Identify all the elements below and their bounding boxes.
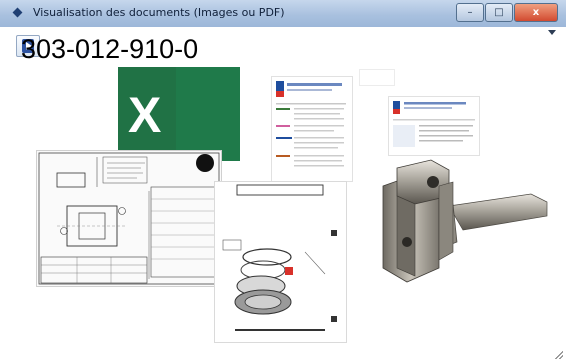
pdf-page-2 xyxy=(393,101,475,147)
thumbnail-blank[interactable] xyxy=(359,69,395,86)
thumbnail-exploded-view[interactable] xyxy=(214,181,347,343)
app-icon[interactable] xyxy=(12,7,23,18)
shaft-photo xyxy=(382,159,548,283)
excel-sheet-panel xyxy=(176,67,240,161)
document-number: 303-012-910-0 xyxy=(21,34,199,64)
close-button[interactable]: x xyxy=(514,3,558,22)
excel-icon: X xyxy=(128,87,162,143)
window-controls: – □ x xyxy=(455,3,558,22)
thumbnail-shaft-photo[interactable] xyxy=(353,156,555,299)
title-bar[interactable]: Visualisation des documents (Images ou P… xyxy=(0,0,566,28)
minimize-button[interactable]: – xyxy=(456,3,484,22)
dropdown-arrow-icon[interactable] xyxy=(548,30,556,35)
resize-grip-icon[interactable] xyxy=(553,349,563,359)
viewer-window: Visualisation des documents (Images ou P… xyxy=(0,0,566,362)
exploded-view-image xyxy=(222,184,337,331)
thumbnail-excel[interactable]: X xyxy=(118,67,240,161)
thumbnail-pdf-2[interactable] xyxy=(388,96,480,156)
thumbnail-technical-drawing[interactable] xyxy=(36,150,222,287)
pdf-page-1 xyxy=(276,81,346,167)
window-title: Visualisation des documents (Images ou P… xyxy=(33,6,285,19)
excel-icon-panel: X xyxy=(118,67,176,161)
thumbnail-pdf-1[interactable] xyxy=(271,76,353,182)
maximize-button[interactable]: □ xyxy=(485,3,513,22)
technical-drawing-image xyxy=(38,152,220,285)
